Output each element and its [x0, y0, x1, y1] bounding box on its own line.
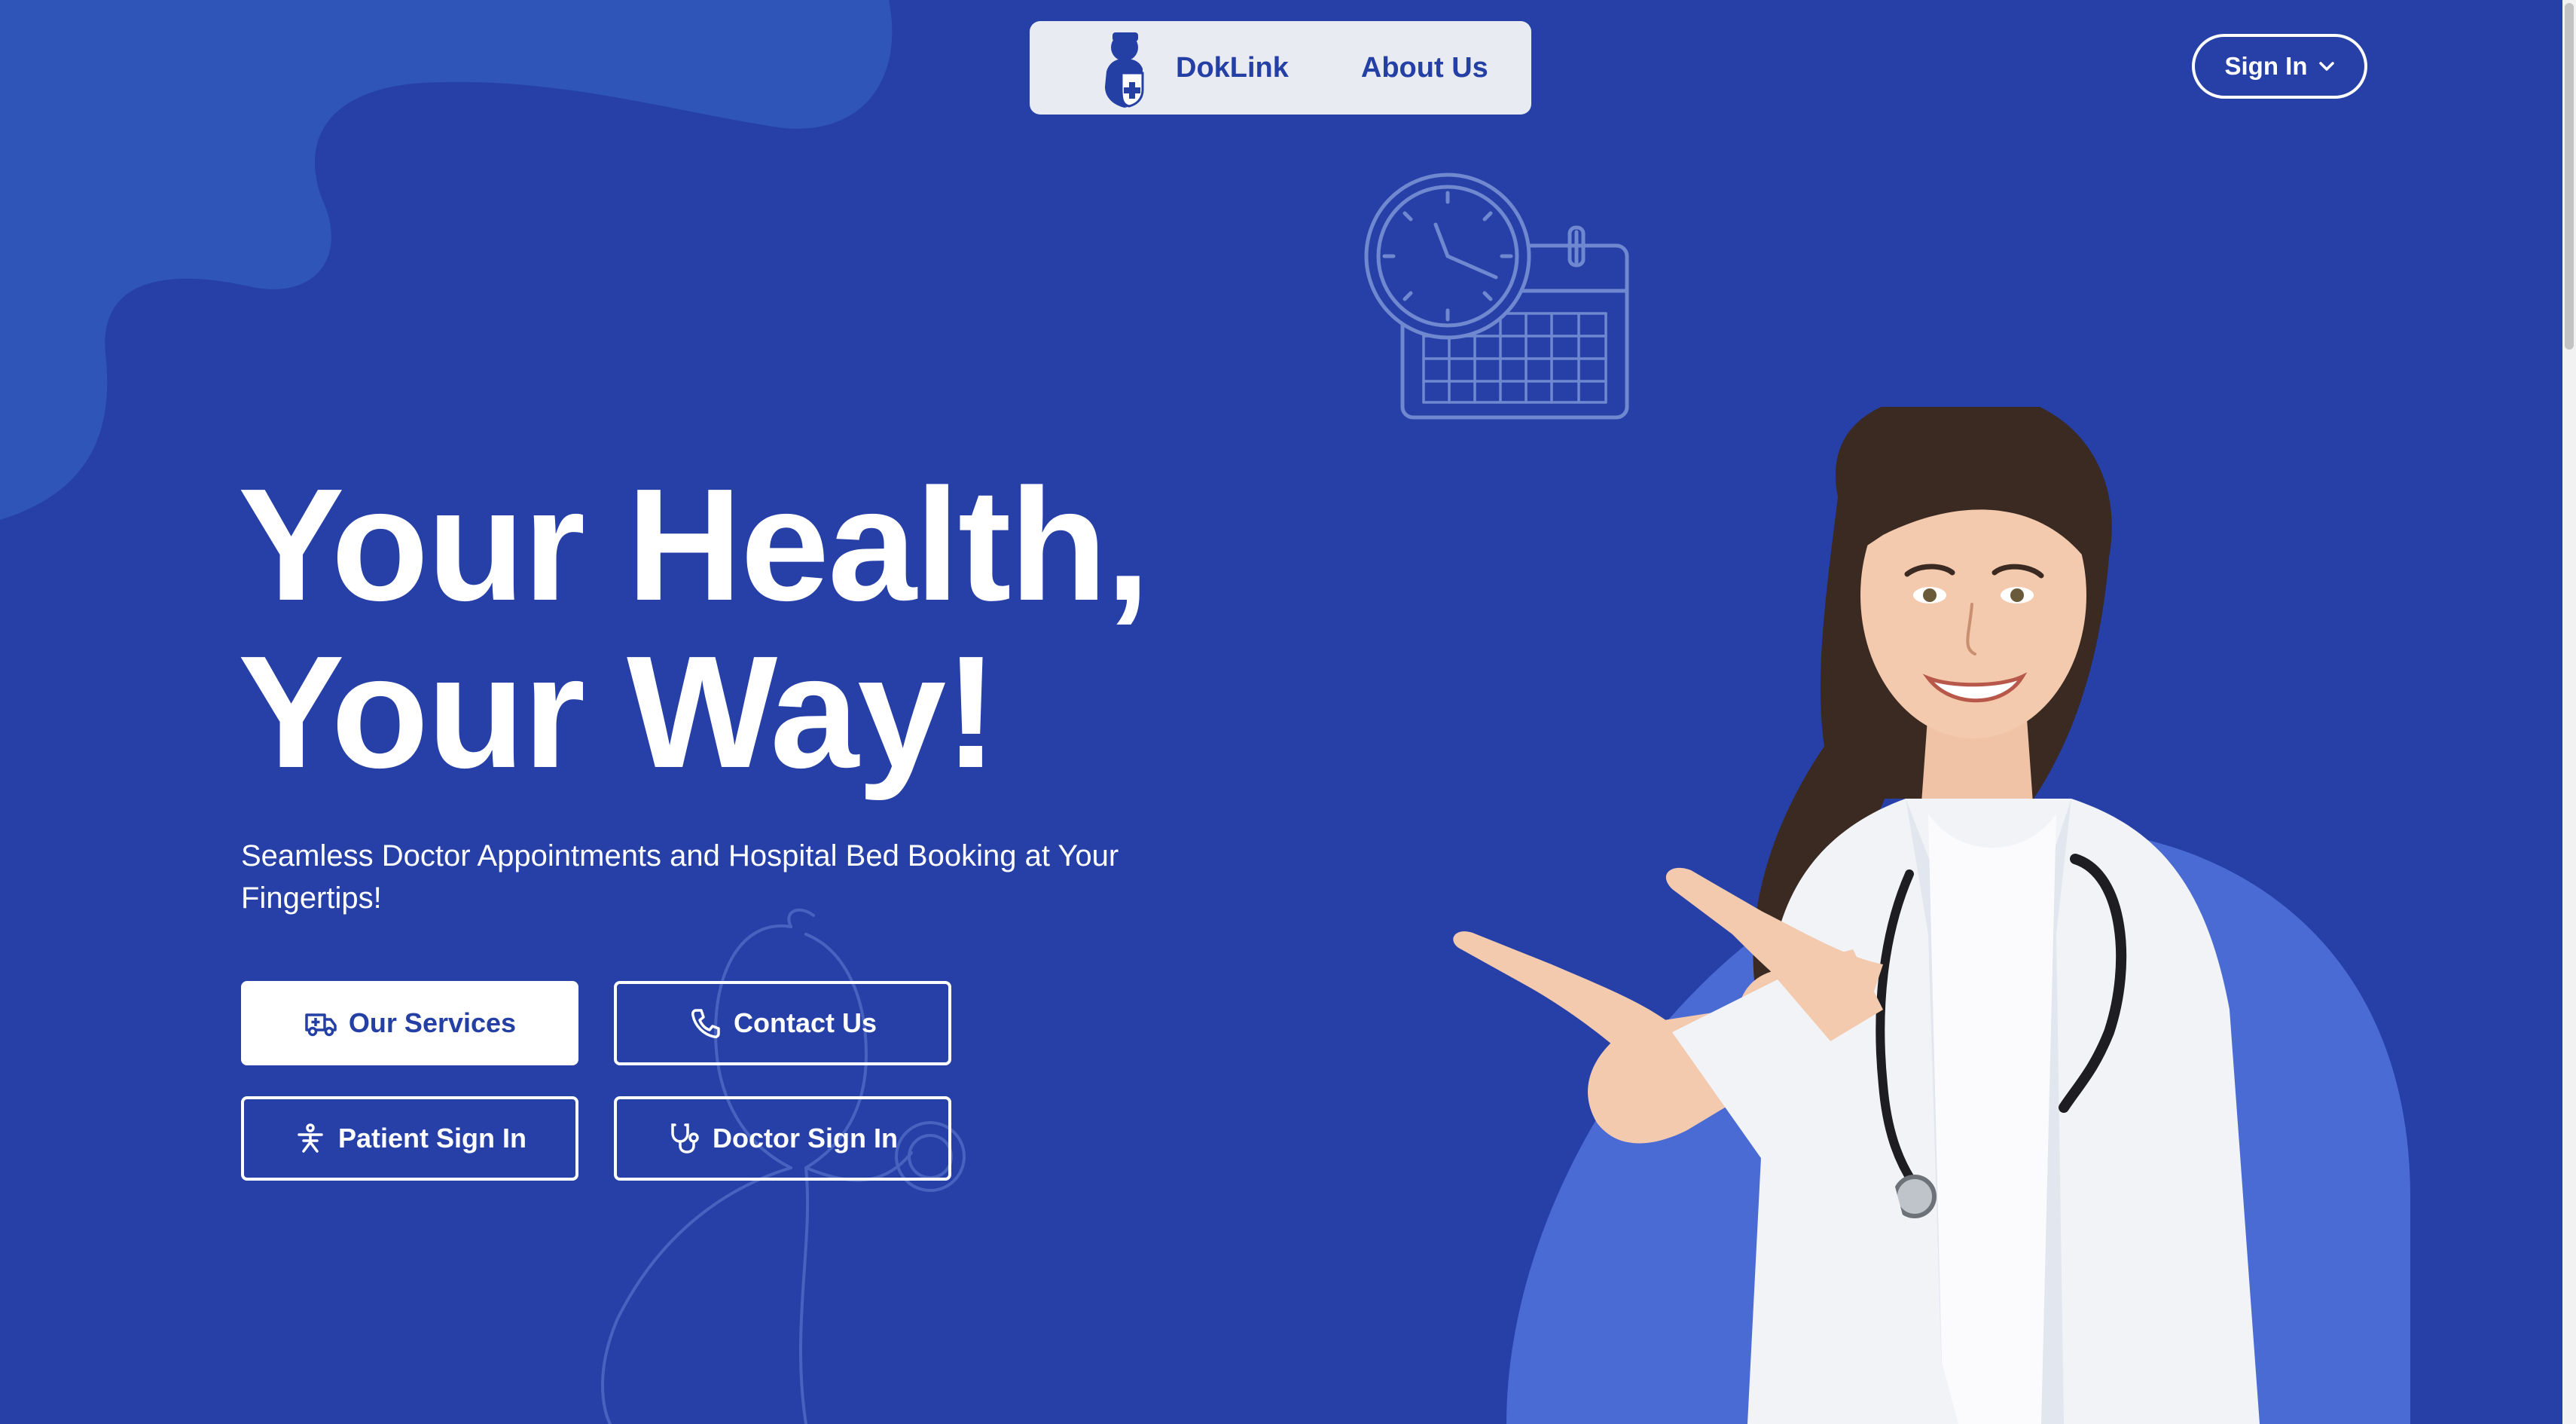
clock-calendar-icon — [1364, 173, 1629, 420]
sign-in-label: Sign In — [2224, 52, 2308, 80]
contact-us-button[interactable]: Contact Us — [614, 981, 951, 1065]
navbar: DokLink About Us — [1030, 21, 1531, 115]
ambulance-icon — [304, 1006, 338, 1040]
stethoscope-icon — [667, 1121, 702, 1156]
contact-us-label: Contact Us — [733, 1007, 877, 1038]
patient-sign-in-button[interactable]: Patient Sign In — [241, 1096, 578, 1181]
phone-icon — [688, 1006, 723, 1040]
nav-about-us-link[interactable]: About Us — [1361, 52, 1488, 84]
doctor-sign-in-button[interactable]: Doctor Sign In — [614, 1096, 951, 1181]
person-accessibility-icon — [293, 1121, 328, 1156]
scrollbar[interactable] — [2562, 0, 2576, 1424]
our-services-label: Our Services — [348, 1007, 517, 1038]
hero-title: Your Health, Your Way! — [238, 455, 1150, 801]
hero-subtitle: Seamless Doctor Appointments and Hospita… — [241, 839, 1119, 915]
doctor-pointing-image — [1453, 407, 2410, 1424]
hero-title-line-1: Your Health, — [238, 455, 1150, 634]
chevron-down-icon — [2318, 62, 2334, 71]
scrollbar-thumb[interactable] — [2565, 3, 2574, 350]
doctor-sign-in-label: Doctor Sign In — [713, 1123, 898, 1154]
patient-sign-in-label: Patient Sign In — [337, 1123, 526, 1154]
sign-in-dropdown-button[interactable]: Sign In — [2192, 34, 2367, 99]
hero-title-line-2: Your Way! — [238, 622, 998, 801]
brand-name[interactable]: DokLink — [1176, 52, 1289, 84]
doctor-shield-logo-icon[interactable] — [1090, 26, 1159, 109]
our-services-button[interactable]: Our Services — [241, 981, 578, 1065]
